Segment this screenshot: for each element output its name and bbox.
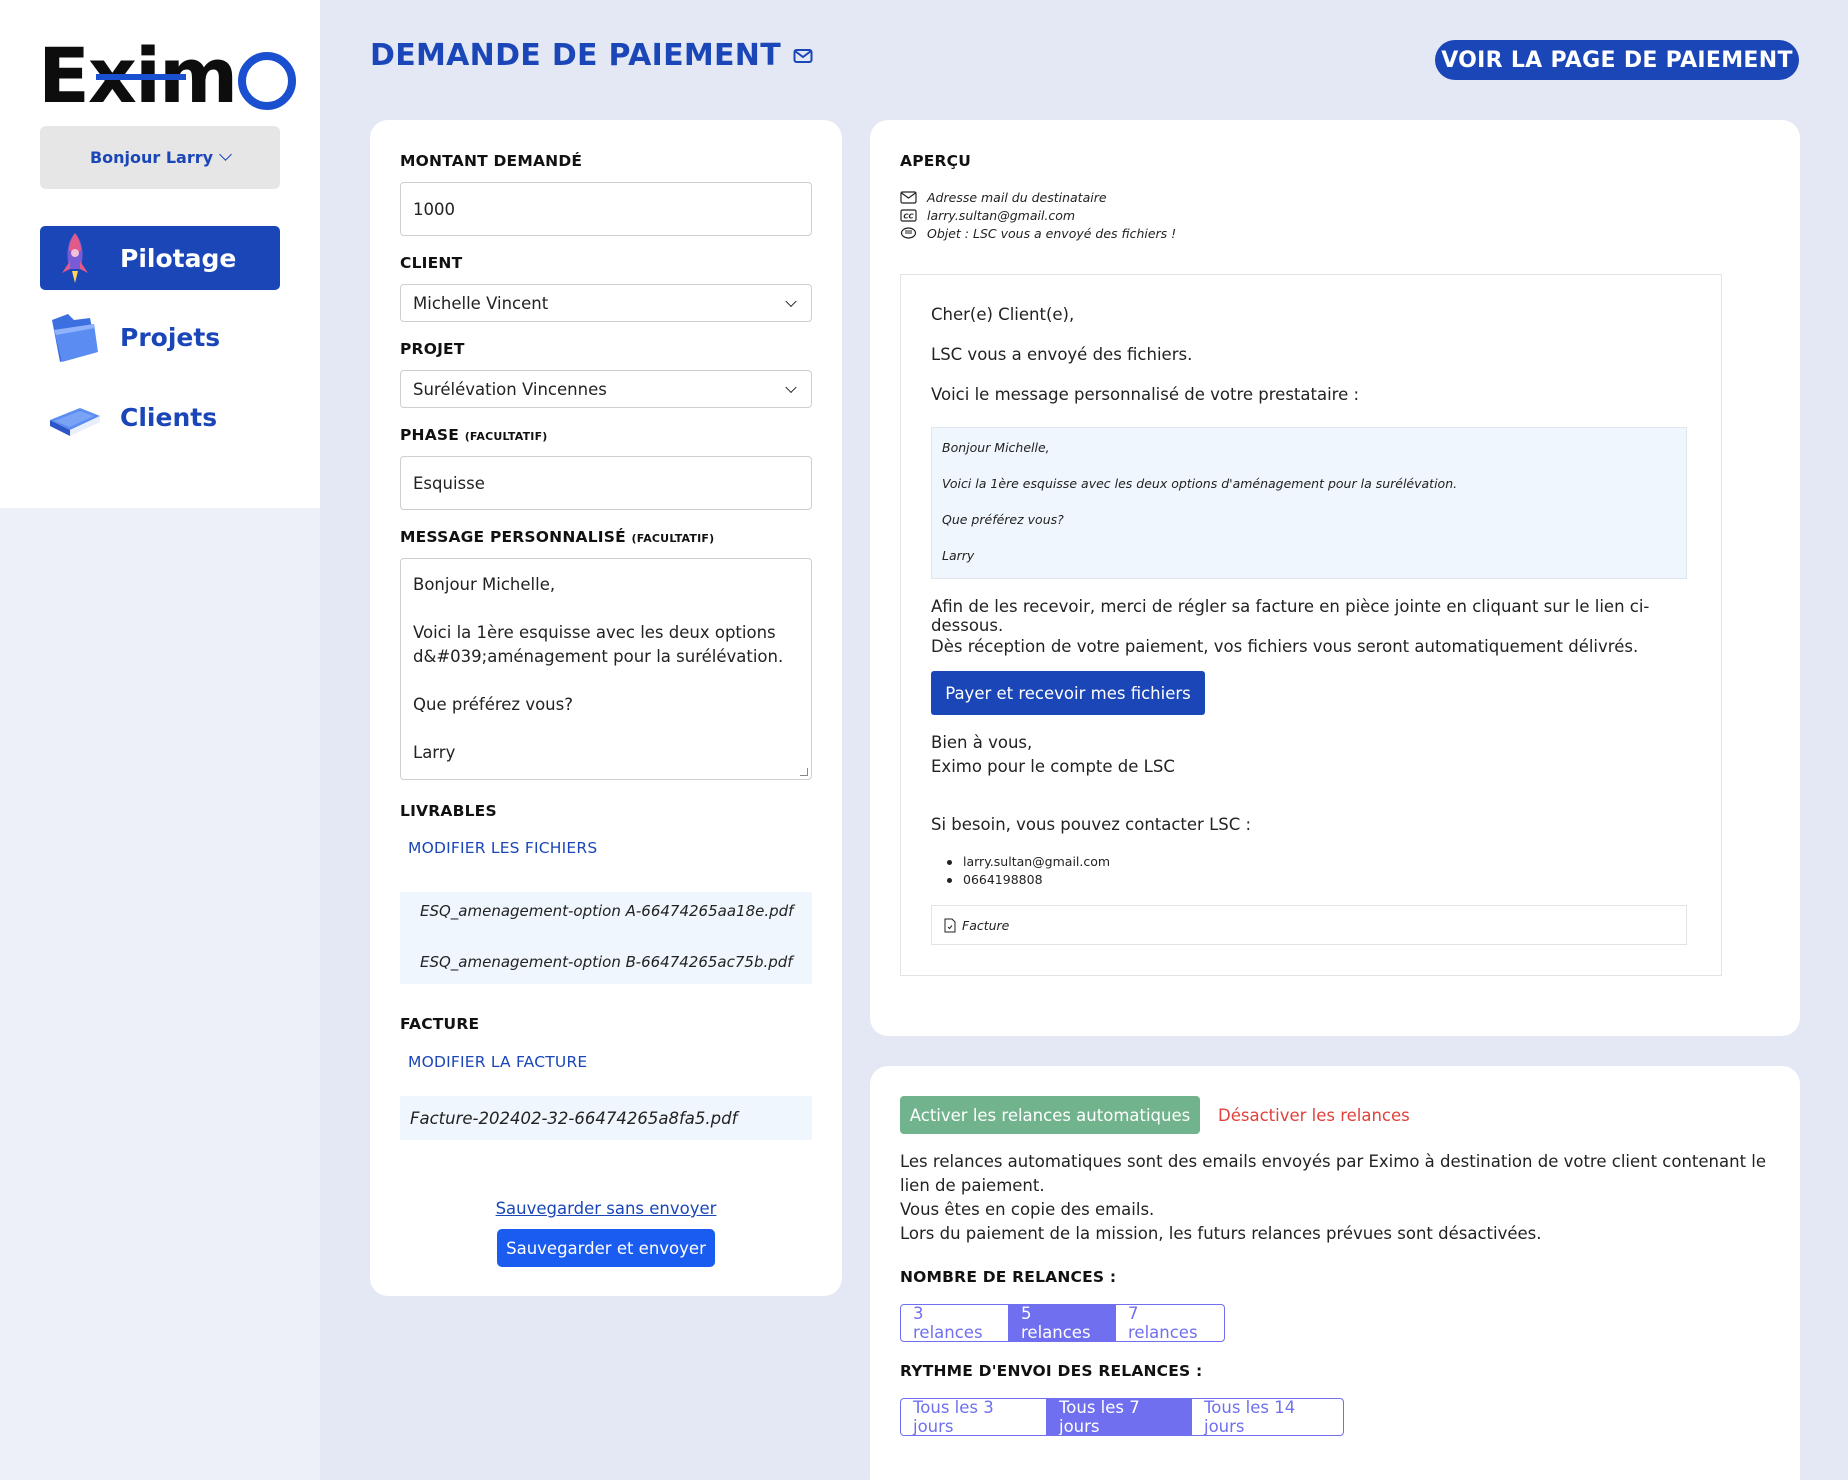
save-and-send-button[interactable]: Sauvegarder et envoyer — [497, 1229, 715, 1267]
mail-icon — [793, 48, 813, 63]
project-select[interactable]: Surélévation Vincennes — [400, 370, 812, 408]
message-label: MESSAGE PERSONNALISÉ (FACULTATIF) — [400, 528, 715, 546]
payment-form-card: MONTANT DEMANDÉ 1000 CLIENT Michelle Vin… — [370, 120, 842, 1296]
chevron-down-icon — [219, 148, 232, 161]
reminders-description: Les relances automatiques sont des email… — [900, 1152, 1767, 1243]
modify-invoice-link[interactable]: MODIFIER LA FACTURE — [408, 1053, 587, 1071]
user-greeting: Bonjour Larry — [89, 148, 214, 167]
deactivate-reminders-button[interactable]: Désactiver les relances — [1218, 1096, 1410, 1134]
email-signoff: Eximo pour le compte de LSC — [931, 757, 1175, 776]
sidebar-panel: Exim Bonjour Larry Pilotage Projets Clie… — [0, 0, 320, 508]
reminders-card: Activer les relances automatiques Désact… — [870, 1066, 1800, 1480]
reminder-count-label: NOMBRE DE RELANCES : — [900, 1268, 1117, 1286]
email-line: Voici le message personnalisé de votre p… — [931, 385, 1360, 404]
email-line: LSC vous a envoyé des fichiers. — [931, 345, 1193, 364]
contact-list: larry.sultan@gmail.com 0664198808 — [931, 853, 1110, 889]
chat-bubble-icon — [900, 227, 917, 239]
pay-button[interactable]: Payer et recevoir mes fichiers — [931, 671, 1205, 715]
list-item[interactable]: ESQ_amenagement-option B-66474265ac75b.p… — [400, 953, 793, 971]
rhythm-option-14[interactable]: Tous les 14 jours — [1192, 1399, 1343, 1435]
save-without-sending-link[interactable]: Sauvegarder sans envoyer — [370, 1199, 842, 1218]
modify-files-link[interactable]: MODIFIER LES FICHIERS — [408, 839, 597, 857]
chevron-down-icon — [785, 295, 797, 308]
activate-reminders-button[interactable]: Activer les relances automatiques — [900, 1096, 1200, 1134]
client-select[interactable]: Michelle Vincent — [400, 284, 812, 322]
cc-line: CC larry.sultan@gmail.com — [900, 208, 1075, 223]
count-option-7[interactable]: 7 relances — [1116, 1305, 1224, 1341]
svg-text:CC: CC — [903, 213, 914, 221]
list-item: 0664198808 — [931, 871, 1110, 889]
email-greeting: Cher(e) Client(e), — [931, 305, 1075, 324]
count-option-5[interactable]: 5 relances — [1009, 1305, 1116, 1341]
recipient-line: Adresse mail du destinataire — [900, 190, 1107, 205]
sidebar-item-label: Projets — [120, 322, 221, 352]
phase-input[interactable]: Esquisse — [400, 456, 812, 510]
sidebar-item-pilotage[interactable]: Pilotage — [40, 226, 280, 290]
subject-line: Objet : LSC vous a envoyé des fichiers ! — [900, 226, 1176, 241]
contact-intro: Si besoin, vous pouvez contacter LSC : — [931, 815, 1252, 834]
list-item[interactable]: ESQ_amenagement-option A-66474265aa18e.p… — [400, 902, 793, 920]
sidebar-item-clients[interactable]: Clients — [40, 385, 280, 449]
preview-card: APERÇU Adresse mail du destinataire CC l… — [870, 120, 1800, 1036]
view-payment-page-button[interactable]: VOIR LA PAGE DE PAIEMENT — [1435, 40, 1799, 80]
book-icon — [50, 408, 100, 436]
amount-label: MONTANT DEMANDÉ — [400, 152, 583, 170]
page-title: DEMANDE DE PAIEMENT — [370, 38, 813, 73]
cc-icon: CC — [900, 209, 917, 222]
resize-handle[interactable] — [800, 768, 808, 776]
email-preview: Cher(e) Client(e), LSC vous a envoyé des… — [900, 274, 1722, 976]
client-label: CLIENT — [400, 254, 463, 272]
rhythm-option-7[interactable]: Tous les 7 jours — [1047, 1399, 1192, 1435]
amount-input[interactable]: 1000 — [400, 182, 812, 236]
custom-message-quote: Bonjour Michelle, Voici la 1ère esquisse… — [931, 427, 1687, 579]
phase-label: PHASE (FACULTATIF) — [400, 426, 548, 444]
reminder-rhythm-label: RYTHME D'ENVOI DES RELANCES : — [900, 1362, 1203, 1380]
email-line: Dès réception de votre paiement, vos fic… — [931, 637, 1639, 656]
invoice-file[interactable]: Facture-202402-32-66474265a8fa5.pdf — [400, 1096, 812, 1140]
files-list: ESQ_amenagement-option A-66474265aa18e.p… — [400, 892, 812, 984]
envelope-icon — [900, 191, 917, 204]
invoice-label: FACTURE — [400, 1015, 480, 1033]
logo-bar — [96, 74, 186, 80]
sidebar-item-label: Pilotage — [120, 243, 237, 273]
user-menu-button[interactable]: Bonjour Larry — [40, 126, 280, 189]
eximo-logo[interactable]: Exim — [38, 36, 297, 116]
count-option-3[interactable]: 3 relances — [901, 1305, 1009, 1341]
sidebar-item-label: Clients — [120, 402, 218, 432]
chevron-down-icon — [785, 381, 797, 394]
logo-o-ring — [238, 52, 297, 110]
preview-title: APERÇU — [900, 152, 972, 170]
sidebar-item-projets[interactable]: Projets — [40, 305, 280, 369]
folder-icon — [52, 314, 98, 362]
sidebar: Exim Bonjour Larry Pilotage Projets Clie… — [0, 0, 320, 1480]
reminder-rhythm-selector: Tous les 3 jours Tous les 7 jours Tous l… — [900, 1398, 1344, 1436]
list-item: larry.sultan@gmail.com — [931, 853, 1110, 871]
rhythm-option-3[interactable]: Tous les 3 jours — [901, 1399, 1047, 1435]
reminder-count-selector: 3 relances 5 relances 7 relances — [900, 1304, 1225, 1342]
deliverables-label: LIVRABLES — [400, 802, 497, 820]
project-label: PROJET — [400, 340, 465, 358]
email-signoff: Bien à vous, — [931, 733, 1033, 752]
rocket-icon — [62, 233, 88, 283]
invoice-attachment[interactable]: Facture — [931, 905, 1687, 945]
email-line: Afin de les recevoir, merci de régler sa… — [931, 597, 1650, 635]
document-icon — [944, 918, 956, 932]
message-textarea[interactable]: Bonjour Michelle, Voici la 1ère esquisse… — [400, 558, 812, 780]
